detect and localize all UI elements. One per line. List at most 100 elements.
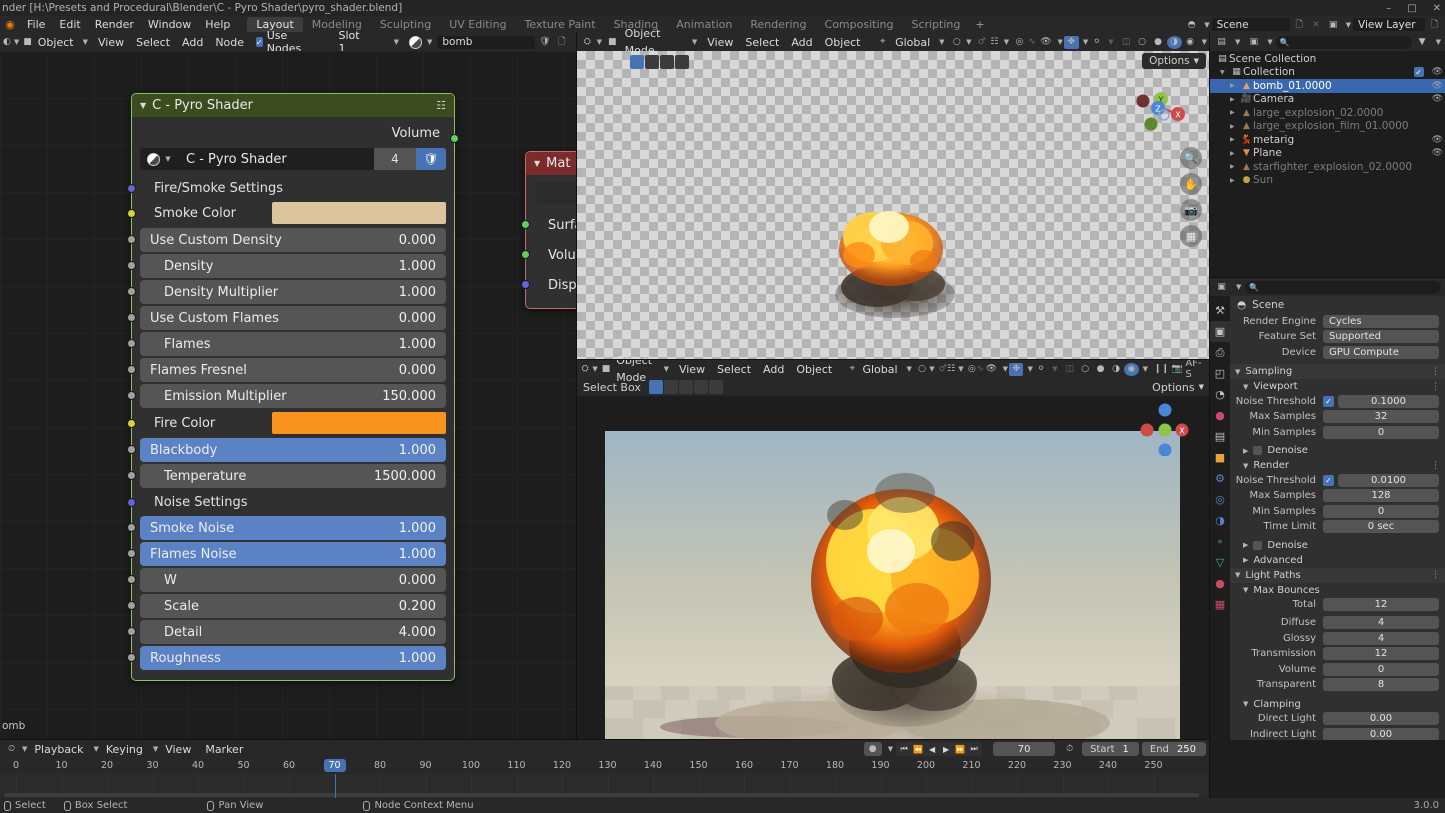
visibility-eye-icon[interactable]: 👁 — [1432, 148, 1443, 158]
emission-multiplier-socket-icon[interactable] — [127, 391, 136, 400]
properties-tab-data[interactable]: ▽ — [1210, 552, 1230, 573]
divider-outliner-properties[interactable] — [1210, 277, 1445, 278]
w-socket-icon[interactable] — [127, 575, 136, 584]
play-reverse-icon[interactable]: ◀ — [925, 742, 939, 756]
render-engine-value[interactable]: Cycles — [1323, 315, 1439, 328]
triangle-down-icon[interactable]: ▼ — [1243, 462, 1248, 470]
options-chevron-down-icon[interactable]: ▼ — [1199, 383, 1204, 391]
outliner-row-toggles[interactable]: 👁 — [1432, 81, 1443, 91]
snap-pivot-icon[interactable]: ○ — [951, 36, 964, 49]
clamp-indirect-light-value[interactable]: 0.00 — [1323, 728, 1439, 741]
auto-keying-record-icon[interactable]: ● — [864, 742, 882, 756]
bounces-transmission-value[interactable]: 12 — [1323, 647, 1439, 660]
workspace-tab-rendering[interactable]: Rendering — [741, 17, 815, 32]
material-output-node-header[interactable]: ▼ Mat — [526, 152, 577, 175]
xray-icon[interactable]: ◫ — [1119, 36, 1134, 49]
density-multiplier-socket-icon[interactable] — [127, 287, 136, 296]
pyro-row-density[interactable]: Density 1.000 — [140, 254, 446, 278]
menu-edit[interactable]: Edit — [52, 16, 87, 33]
section-menu-dots-icon[interactable]: ⋮ — [1431, 570, 1440, 580]
proportional-edit-icon[interactable]: ◎ — [1013, 36, 1026, 49]
triangle-right-icon[interactable]: ▶ — [1243, 541, 1248, 549]
minimize-icon[interactable]: – — [1386, 3, 1391, 14]
viewport-max-samples-value[interactable]: 32 — [1323, 410, 1439, 423]
divider-viewport-sidebar[interactable] — [1209, 33, 1210, 798]
properties-tab-tool[interactable]: ⚒ — [1210, 300, 1230, 321]
triangle-down-icon[interactable]: ▼ — [1235, 571, 1240, 579]
disclosure-triangle-icon[interactable]: ▶ — [1230, 96, 1240, 103]
property-render-noise-threshold[interactable]: Noise Threshold ✓ 0.0100 — [1230, 473, 1445, 487]
pyro-row-flames-noise[interactable]: Flames Noise 1.000 — [140, 542, 446, 566]
property-render-time-limit[interactable]: Time Limit 0 sec — [1230, 520, 1445, 534]
property-viewport-noise-threshold[interactable]: Noise Threshold ✓ 0.1000 — [1230, 394, 1445, 408]
visibility-eye-icon[interactable]: 👁 — [1038, 36, 1053, 49]
triangle-down-icon[interactable]: ▼ — [534, 159, 540, 168]
slot-chevron-down-icon[interactable]: ▼ — [394, 38, 399, 46]
snap-mode-icon[interactable]: ☷ — [947, 363, 955, 376]
scene-icon[interactable]: ◓ — [1184, 18, 1199, 31]
outliner-row-bomb[interactable]: ▶ ▲ bomb_01.0000 👁 — [1210, 79, 1445, 93]
shading-wireframe-icon[interactable]: ○ — [1078, 363, 1092, 376]
pyro-row-density-multiplier[interactable]: Density Multiplier 1.000 — [140, 280, 446, 304]
pyro-row-scale[interactable]: Scale 0.200 — [140, 594, 446, 618]
frame-start-field[interactable]: Start 1 — [1082, 742, 1139, 756]
viewport-top-menu-view[interactable]: View — [701, 34, 739, 51]
property-viewport-max-samples[interactable]: Max Samples 32 — [1230, 410, 1445, 424]
use-custom-density-socket-icon[interactable] — [127, 235, 136, 244]
viewport-top-menu-select[interactable]: Select — [739, 34, 785, 51]
device-value[interactable]: GPU Compute — [1323, 346, 1439, 359]
viewport-top-menu-object[interactable]: Object — [819, 34, 867, 51]
timeline-playhead-line[interactable] — [335, 774, 336, 798]
fire-color-swatch[interactable] — [272, 412, 446, 434]
properties-tab-scene[interactable]: ◔ — [1210, 384, 1230, 405]
smoke-color-socket-icon[interactable] — [127, 209, 136, 218]
filter-icon[interactable]: ▼ — [1415, 36, 1430, 49]
select-tweak-icon[interactable] — [649, 380, 663, 394]
proportional-falloff-icon[interactable]: ∿ — [1026, 36, 1039, 49]
jump-start-icon[interactable]: ⏮ — [897, 742, 911, 756]
property-feature-set[interactable]: Feature Set Supported — [1230, 330, 1445, 344]
material-sphere-icon[interactable] — [409, 36, 422, 49]
timeline-menu-view[interactable]: View — [158, 741, 198, 758]
frame-end-field[interactable]: End 250 — [1142, 742, 1206, 756]
pyro-row-emission-multiplier[interactable]: Emission Multiplier 150.000 — [140, 384, 446, 408]
view-layer-icon[interactable]: ▣ — [1326, 18, 1341, 31]
property-render-min-samples[interactable]: Min Samples 0 — [1230, 504, 1445, 518]
properties-search-input[interactable]: 🔍 — [1245, 281, 1441, 294]
outliner-row-collection[interactable]: ▼ ▦ Collection ✓👁 — [1210, 66, 1445, 80]
section-light-paths[interactable]: ▼ Light Paths ⋮ — [1230, 568, 1445, 583]
viewport-mode-chevron-down-icon[interactable]: ▼ — [664, 365, 669, 373]
visibility-chevron-down-icon[interactable]: ▼ — [1003, 365, 1008, 373]
view-layer-name-field[interactable]: View Layer — [1353, 18, 1425, 31]
pyro-row-smoke-noise[interactable]: Smoke Noise 1.000 — [140, 516, 446, 540]
viewport-noise-threshold-checkbox-icon[interactable]: ✓ — [1323, 396, 1334, 407]
next-keyframe-icon[interactable]: ⏩ — [953, 742, 967, 756]
menu-help[interactable]: Help — [198, 16, 237, 33]
properties-tab-world[interactable]: ● — [1210, 405, 1230, 426]
transform-orientation-selector-bottom[interactable]: Global — [856, 361, 903, 378]
outliner-editor-chevron-down-icon[interactable]: ▼ — [1235, 38, 1240, 46]
shader-editor-type-icon[interactable]: ◐ — [3, 36, 11, 49]
divider-viewport-split[interactable] — [577, 359, 1210, 360]
pyro-row-w[interactable]: W 0.000 — [140, 568, 446, 592]
options-chevron-down-icon[interactable]: ▼ — [1194, 57, 1199, 65]
viewport-denoise-checkbox-icon[interactable] — [1253, 446, 1262, 455]
property-render-engine[interactable]: Render Engine Cycles — [1230, 314, 1445, 328]
current-frame-field[interactable]: 70 — [993, 742, 1055, 756]
shading-material-preview-icon[interactable]: ◑ — [1167, 36, 1182, 49]
fire-smoke-settings-socket-icon[interactable] — [127, 184, 136, 193]
shield-icon[interactable]: 🛡 — [537, 36, 552, 49]
divider-shader-viewport[interactable] — [576, 33, 577, 740]
noise-settings-socket-icon[interactable] — [127, 498, 136, 507]
timeline-menu-keying[interactable]: Keying — [99, 741, 150, 758]
snap-mode-icon[interactable]: ☷ — [988, 36, 1001, 49]
visibility-chevron-down-icon[interactable]: ▼ — [1057, 38, 1062, 46]
pyro-row-use-custom-flames[interactable]: Use Custom Flames 0.000 — [140, 306, 446, 330]
smoke-color-swatch[interactable] — [272, 202, 446, 224]
material-name-field[interactable]: bomb — [437, 36, 535, 49]
section-menu-dots-icon[interactable]: ⋮ — [1431, 382, 1440, 392]
transform-orientation-icon[interactable]: ⌖ — [876, 36, 889, 49]
shading-solid-icon[interactable]: ● — [1093, 363, 1107, 376]
scene-chevron-down-icon[interactable]: ▼ — [1204, 21, 1209, 29]
pyro-row-use-custom-density[interactable]: Use Custom Density 0.000 — [140, 228, 446, 252]
